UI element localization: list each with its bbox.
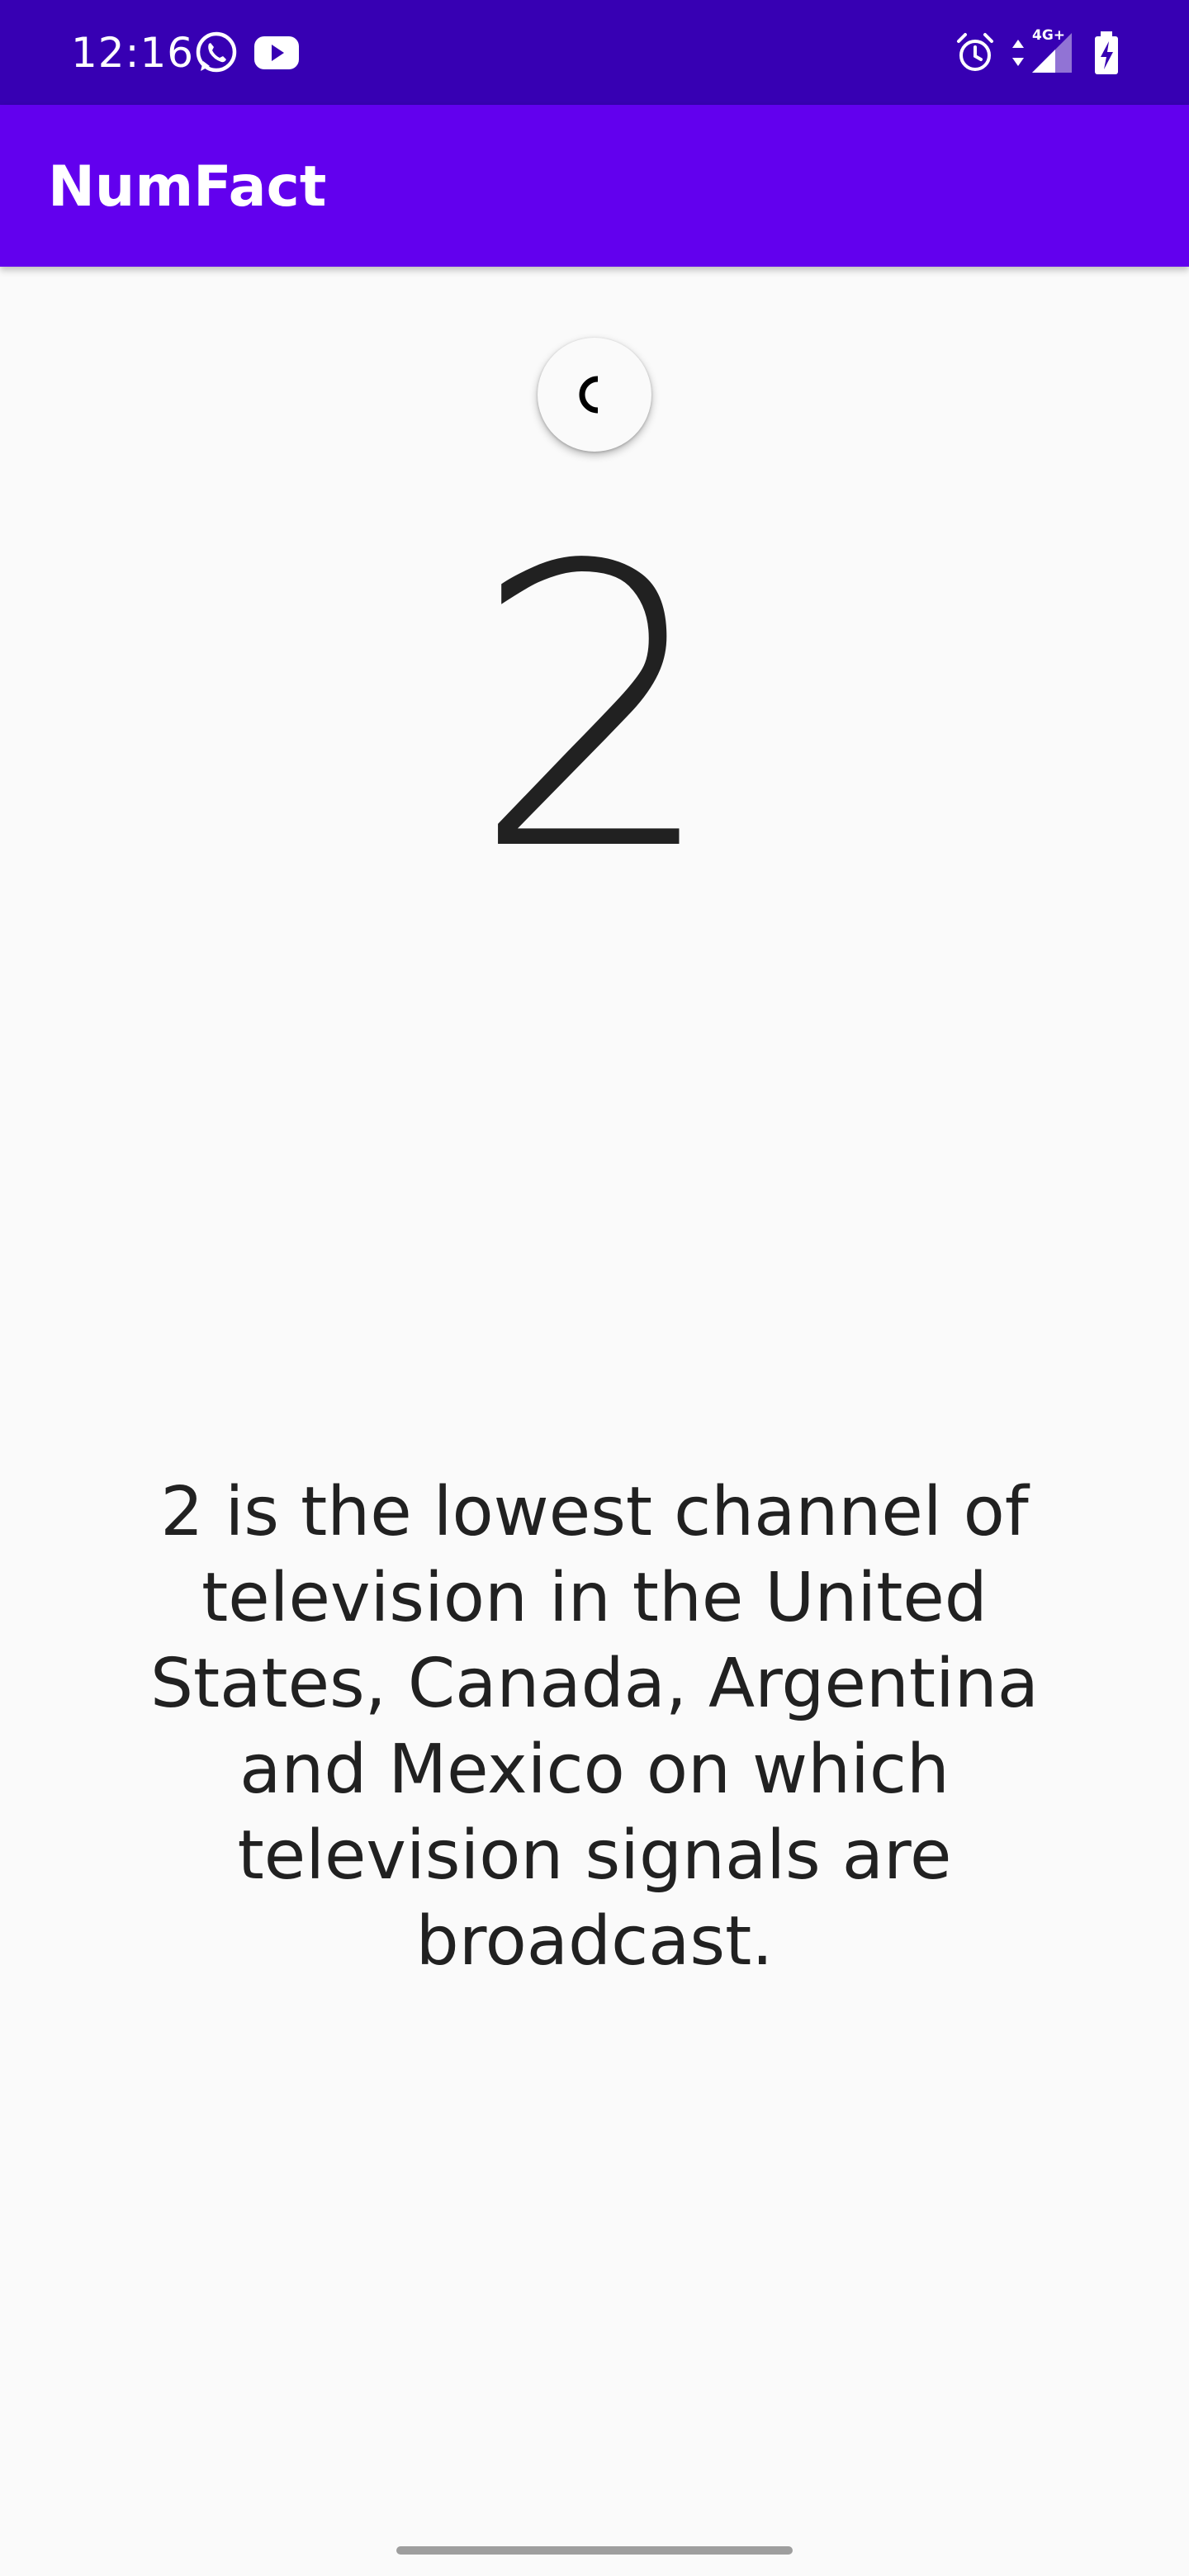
alarm-icon (955, 30, 996, 76)
loading-spinner-icon (579, 376, 599, 414)
pull-to-refresh-spinner (538, 338, 651, 452)
app-title: NumFact (48, 154, 327, 220)
signal-4g-icon: 4G+ (1027, 28, 1073, 74)
screen: 12:16 4G+ NumFact 2 2 is the lowest chan… (0, 0, 1189, 2576)
youtube-icon (253, 33, 301, 79)
network-label: 4G+ (1032, 27, 1066, 44)
fact-text: 2 is the lowest channel of television in… (149, 1473, 1040, 1981)
status-time: 12:16 (71, 29, 195, 77)
whatsapp-icon (193, 30, 239, 76)
app-bar: NumFact (0, 105, 1189, 267)
data-arrows-icon (1011, 36, 1026, 83)
gesture-navigation-bar[interactable] (396, 2546, 793, 2555)
status-bar: 12:16 4G+ (0, 0, 1189, 105)
battery-charging-icon (1092, 30, 1121, 76)
number-display: 2 (471, 484, 718, 935)
